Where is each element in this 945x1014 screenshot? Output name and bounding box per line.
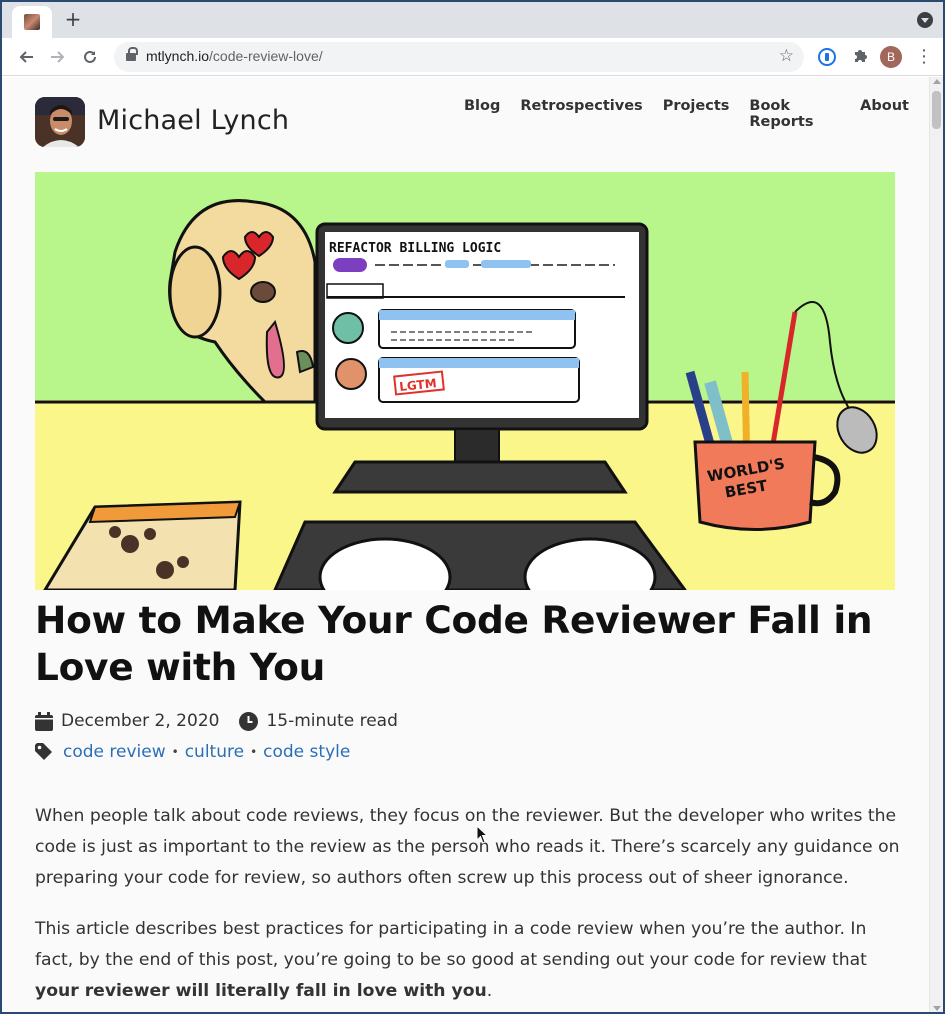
post-read-time: 15-minute read	[239, 711, 398, 731]
tag-separator: •	[171, 745, 179, 759]
extensions-puzzle-icon[interactable]	[850, 46, 870, 66]
scrollbar-thumb[interactable]	[932, 91, 941, 129]
main-nav: Blog Retrospectives Projects Book Report…	[464, 98, 929, 130]
nav-blog[interactable]: Blog	[464, 98, 500, 130]
nav-about[interactable]: About	[860, 98, 909, 130]
browser-menu-icon[interactable]: ⋮	[914, 46, 934, 68]
calendar-icon	[35, 711, 53, 731]
profile-avatar[interactable]: B	[880, 46, 902, 68]
page-scrollbar[interactable]	[929, 77, 943, 1012]
reload-icon	[84, 50, 96, 63]
browser-toolbar: mtlynch.io/code-review-love/ ☆	[2, 38, 943, 76]
post-tags: code review • culture • code style	[35, 742, 350, 762]
scroll-down-arrow-icon[interactable]	[933, 1006, 941, 1011]
article-paragraph-2-bold: your reviewer will literally fall in lov…	[35, 981, 487, 1001]
browser-window: + mtlynch.io/code-review-love/ ☆ B ⋮ Mic…	[0, 0, 945, 1014]
new-tab-button[interactable]: +	[62, 9, 84, 31]
password-manager-extension-icon[interactable]	[818, 48, 836, 66]
back-arrow-icon	[19, 51, 33, 63]
screen-title: REFACTOR BILLING LOGIC	[329, 241, 501, 256]
favicon-icon	[24, 14, 40, 30]
hero-illustration: REFACTOR BILLING LOGIC LGTM WORLD'S BEST	[35, 172, 895, 590]
lock-icon	[126, 47, 138, 62]
nav-projects[interactable]: Projects	[663, 98, 730, 130]
post-date-text: December 2, 2020	[61, 711, 220, 731]
tag-code-review[interactable]: code review	[63, 742, 166, 762]
tag-culture[interactable]: culture	[185, 742, 244, 762]
site-title[interactable]: Michael Lynch	[97, 105, 289, 136]
post-title: How to Make Your Code Reviewer Fall in L…	[35, 598, 873, 689]
page-viewport: Michael Lynch Blog Retrospectives Projec…	[2, 77, 929, 1012]
tab-search-icon[interactable]	[917, 12, 933, 28]
author-avatar[interactable]	[35, 97, 85, 147]
forward-arrow-icon	[51, 51, 65, 63]
article-paragraph-2: This article describes best practices fo…	[35, 914, 901, 1007]
tab-active[interactable]	[12, 6, 52, 38]
article-body: When people talk about code reviews, the…	[35, 801, 901, 1012]
mouse-cursor-icon	[476, 825, 488, 844]
article-paragraph-2-start: This article describes best practices fo…	[35, 919, 867, 970]
scroll-up-arrow-icon[interactable]	[933, 79, 941, 84]
post-read-time-text: 15-minute read	[266, 711, 398, 731]
forward-button[interactable]	[44, 43, 72, 71]
post-date: December 2, 2020	[35, 711, 219, 731]
nav-retrospectives[interactable]: Retrospectives	[520, 98, 642, 130]
article-paragraph-2-end: .	[486, 981, 493, 1001]
url-text[interactable]: mtlynch.io/code-review-love/	[146, 48, 323, 64]
tag-separator: •	[250, 745, 258, 759]
post-meta: December 2, 2020 15-minute read code rev…	[35, 709, 418, 764]
back-button[interactable]	[12, 43, 40, 71]
url-host: mtlynch.io	[146, 48, 210, 64]
clock-icon	[239, 711, 259, 731]
nav-book-reports[interactable]: Book Reports	[749, 98, 840, 130]
article-paragraph-1: When people talk about code reviews, the…	[35, 806, 900, 888]
tab-strip: +	[2, 2, 943, 38]
reload-button[interactable]	[76, 43, 104, 71]
url-path: /code-review-love/	[209, 48, 323, 64]
address-bar[interactable]: mtlynch.io/code-review-love/ ☆	[114, 42, 804, 72]
keyboard-illustration	[273, 520, 687, 590]
tag-icon	[35, 743, 52, 760]
bookmark-star-icon[interactable]: ☆	[779, 46, 794, 66]
tag-code-style[interactable]: code style	[263, 742, 350, 762]
